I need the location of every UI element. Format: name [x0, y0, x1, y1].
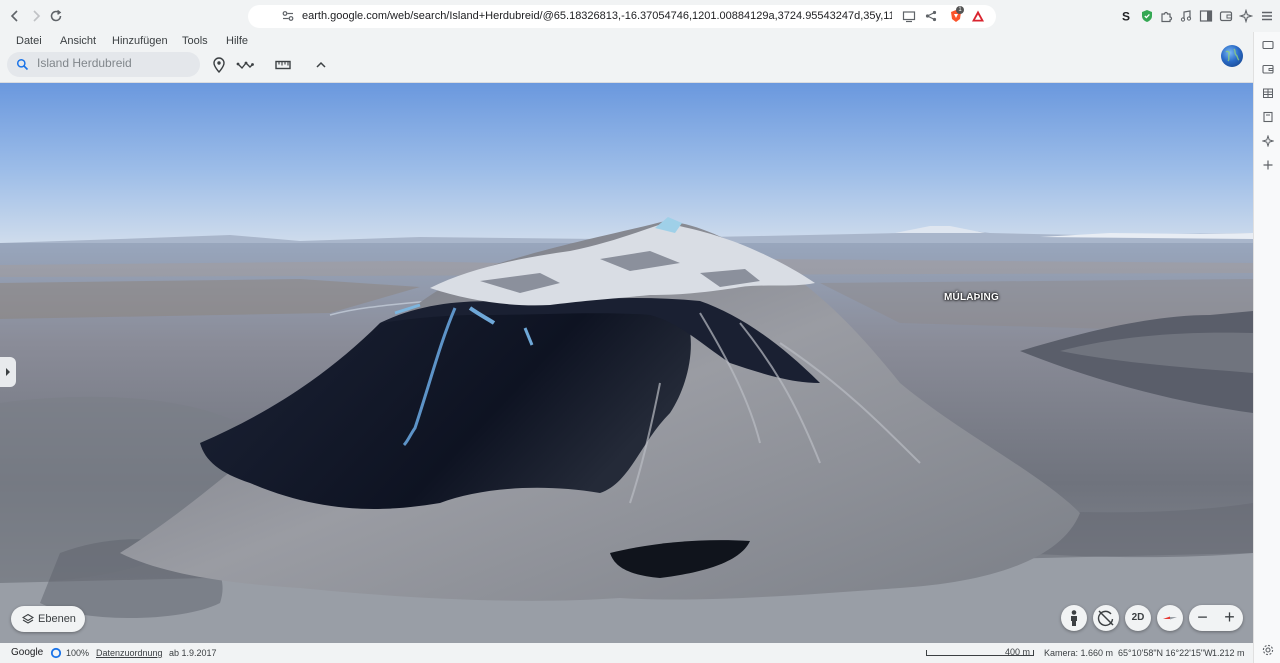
wallet-icon[interactable]: [1219, 9, 1233, 23]
tilt-lock-button[interactable]: [1093, 605, 1119, 631]
menu-datei[interactable]: Datei: [16, 35, 42, 47]
coordinates: 65°10'58"N 16°22'15"W: [1118, 648, 1213, 658]
svg-text:S: S: [1122, 10, 1130, 24]
shields-count-badge: 1: [956, 6, 964, 14]
view-2d-button[interactable]: 2D: [1125, 605, 1151, 631]
zoom-out-button[interactable]: −: [1189, 605, 1216, 631]
search-box[interactable]: [7, 52, 200, 77]
imagery-date: ab 1.9.2017: [169, 648, 217, 658]
url-text[interactable]: earth.google.com/web/search/Island+Herdu…: [302, 10, 892, 22]
side-panel-settings-icon[interactable]: [1262, 644, 1274, 656]
street-view-pegman-button[interactable]: [1061, 605, 1087, 631]
reload-icon[interactable]: [48, 8, 64, 24]
menu-tools[interactable]: Tools: [182, 35, 208, 47]
search-input[interactable]: [37, 56, 187, 70]
side-panel-bookmarks-icon[interactable]: [1262, 111, 1274, 123]
side-panel-add-icon[interactable]: [1262, 159, 1274, 171]
menu-hinzufuegen[interactable]: Hinzufügen: [112, 35, 168, 47]
collapse-chevron-icon[interactable]: [312, 56, 330, 74]
menu-ansicht[interactable]: Ansicht: [60, 35, 96, 47]
pegman-icon: [1071, 610, 1077, 626]
zoom-percent: 100%: [66, 648, 90, 658]
expand-panel-icon[interactable]: [0, 357, 16, 387]
s-extension-icon[interactable]: S: [1119, 9, 1133, 24]
back-icon[interactable]: [7, 8, 23, 24]
zoom-control: − +: [1189, 605, 1243, 631]
side-panel-tab-icon[interactable]: [1262, 39, 1274, 51]
search-icon[interactable]: [16, 58, 29, 71]
terrain-render[interactable]: [0, 83, 1253, 643]
scale-label: 400 m: [1005, 647, 1031, 657]
side-panel-wallet-icon[interactable]: [1262, 63, 1274, 75]
elevation: 1.212 m: [1212, 648, 1245, 658]
earth-header: Datei Ansicht Hinzufügen Tools Hilfe: [0, 32, 1253, 83]
compass-icon: [1163, 616, 1177, 620]
site-settings-icon[interactable]: [281, 9, 295, 23]
account-globe-icon[interactable]: [1221, 45, 1243, 67]
layers-icon: [22, 613, 34, 624]
extensions-icon[interactable]: [1159, 9, 1173, 23]
browser-toolbar: earth.google.com/web/search/Island+Herdu…: [0, 0, 1280, 32]
forward-icon[interactable]: [28, 8, 44, 24]
main-menu-icon[interactable]: [1260, 9, 1274, 23]
draw-path-icon[interactable]: [236, 56, 254, 74]
add-placemark-icon[interactable]: [210, 56, 228, 74]
compass-button[interactable]: [1157, 605, 1183, 631]
leo-ai-icon[interactable]: [1239, 9, 1253, 23]
rotation-off-icon: [1097, 610, 1114, 627]
map-place-label[interactable]: MÚLAÞING: [944, 292, 999, 303]
cast-icon[interactable]: [902, 9, 916, 23]
menu-hilfe[interactable]: Hilfe: [226, 35, 248, 47]
layers-label: Ebenen: [38, 613, 76, 625]
side-panel-leo-icon[interactable]: [1262, 135, 1274, 147]
google-logo: Google: [11, 647, 44, 658]
earth-3d-view[interactable]: MÚLAÞING Ebenen 2D − +: [0, 83, 1253, 643]
sidebar-toggle-icon[interactable]: [1199, 9, 1213, 23]
browser-side-panel: [1253, 32, 1280, 663]
vpn-shield-icon[interactable]: [1140, 9, 1154, 23]
music-icon[interactable]: [1179, 9, 1193, 23]
side-panel-toggle[interactable]: [0, 357, 16, 387]
brave-rewards-icon[interactable]: [971, 9, 985, 23]
layers-button[interactable]: Ebenen: [11, 606, 85, 632]
measure-ruler-icon[interactable]: [274, 56, 292, 74]
status-bar: Google 100% Datenzuordnung ab 1.9.2017 4…: [0, 643, 1253, 663]
loading-ring-icon: [50, 647, 62, 659]
data-attribution-link[interactable]: Datenzuordnung: [96, 648, 163, 658]
camera-altitude: Kamera: 1.660 m: [1044, 648, 1114, 658]
share-icon[interactable]: [924, 9, 938, 23]
side-panel-reading-list-icon[interactable]: [1262, 87, 1274, 99]
zoom-in-button[interactable]: +: [1216, 605, 1243, 631]
view-2d-label: 2D: [1131, 612, 1145, 623]
